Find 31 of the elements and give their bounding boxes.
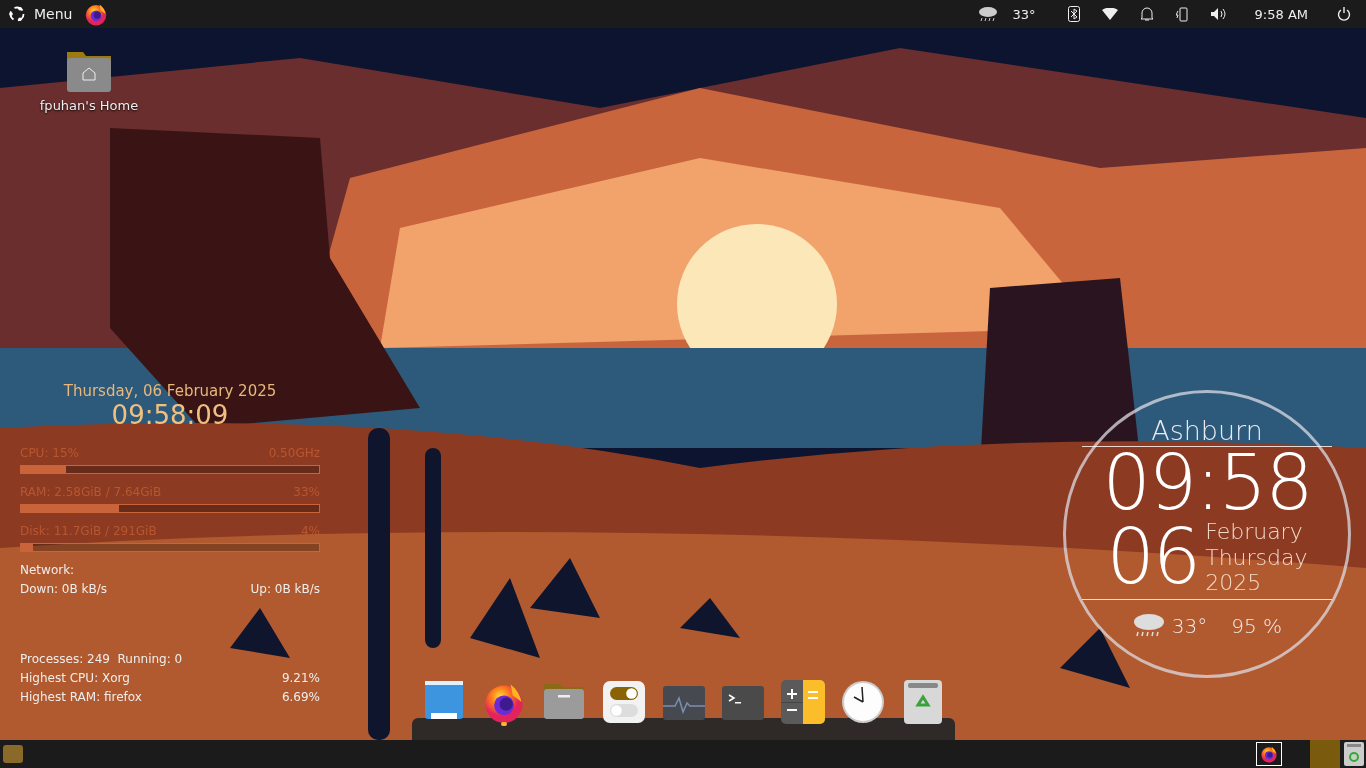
city-name: Ashburn	[1151, 415, 1263, 446]
clock-time: 09:58	[1102, 447, 1312, 520]
time-text: 09:58:09	[111, 400, 229, 430]
ubuntu-logo-icon	[8, 5, 26, 23]
network-label: Network:	[20, 562, 75, 579]
clock-indicator[interactable]: 9:58 AM	[1240, 2, 1322, 26]
upload-rate: Up: 0B kB/s	[250, 581, 320, 598]
top-process-label: Highest CPU: Xorg	[20, 670, 130, 687]
top-process-label: Highest RAM: firefox	[20, 689, 142, 706]
running-indicator	[500, 722, 507, 726]
process-count: Processes: 249 Running: 0	[20, 651, 183, 668]
menu-button[interactable]: Menu	[4, 2, 77, 26]
desktop-icon[interactable]	[424, 680, 464, 720]
firefox-launcher-icon[interactable]	[84, 2, 109, 26]
top-process-value: 6.69%	[281, 689, 320, 706]
date-text: Thursday, 06 February 2025	[63, 382, 277, 400]
home-folder-icon	[65, 50, 113, 94]
day-number: 06	[1106, 521, 1200, 594]
humidity-text: 95 %	[1231, 614, 1283, 639]
weather-indicator[interactable]: 33°	[969, 2, 1043, 26]
download-rate: Down: 0B kB/s	[20, 581, 108, 598]
show-desktop-icon[interactable]	[2, 744, 24, 764]
month-name: February	[1205, 519, 1304, 546]
top-process-value: 9.21%	[281, 670, 320, 687]
year-text: 2025	[1205, 571, 1263, 596]
terminal-icon[interactable]	[722, 686, 765, 720]
home-folder-shortcut[interactable]: fpuhan's Home	[34, 50, 144, 113]
weather-temperature: 33°	[1171, 614, 1208, 639]
activity-monitor-icon[interactable]	[662, 686, 705, 720]
rain-cloud-icon	[976, 5, 999, 23]
weekday-name: Thursday	[1205, 545, 1308, 572]
